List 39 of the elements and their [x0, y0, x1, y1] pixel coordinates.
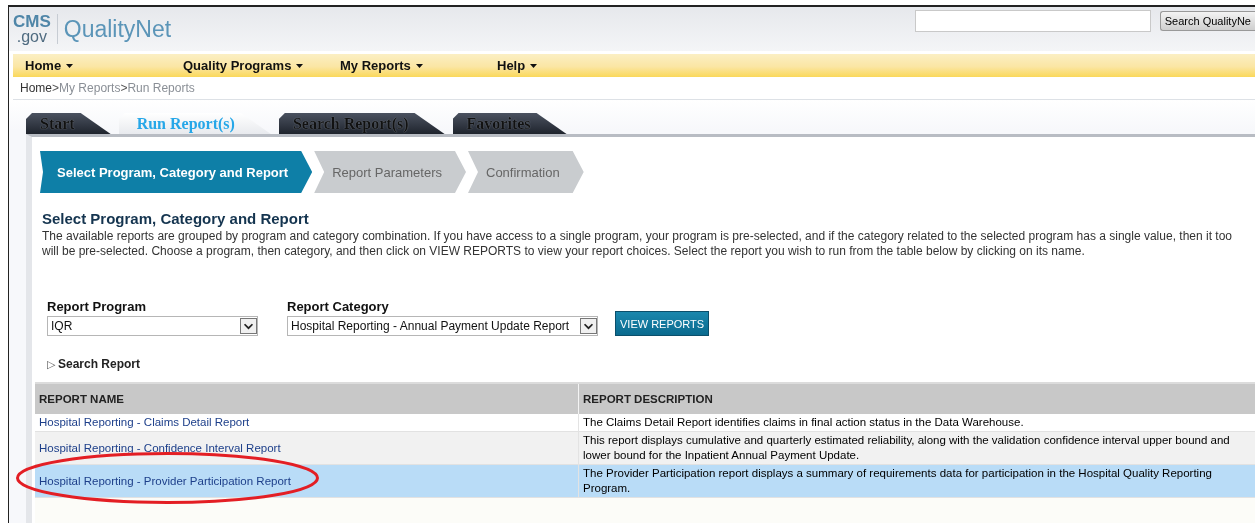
- nav-menu-item[interactable]: Home: [25, 58, 183, 73]
- table-row[interactable]: Hospital Reporting - Provider Participation Report The Provider Participation report displays a summary of requirements data for participation in the Hospital Quality Reporting Program.: [35, 464, 1255, 498]
- caret-icon: [66, 63, 74, 68]
- breadcrumb-separator: >: [52, 81, 60, 95]
- breadcrumb-separator: >: [120, 81, 128, 95]
- caret-icon: [530, 63, 538, 68]
- report-program-select[interactable]: IQR: [47, 316, 258, 336]
- field-label: Report Category: [287, 299, 390, 314]
- search-button[interactable]: Search QualityNe: [1159, 11, 1255, 31]
- wizard-step[interactable]: Report Parameters: [314, 151, 466, 193]
- report-name-link[interactable]: Hospital Reporting - Claims Detail Report: [39, 416, 250, 428]
- site-name: QualityNet: [63, 15, 172, 43]
- table-row[interactable]: [35, 431, 1255, 465]
- field-label: Report Program: [47, 299, 147, 314]
- nav-menu-item[interactable]: My Reports: [340, 58, 497, 73]
- section-description: The available reports are grouped by program and category combination. If you have access to a single program, your program is pre-selected, and if the category related to the selected program has a single value, then it too will be pre-selected. Choose a program, then category, and then click on VIEW REPORTS to view your report choices. Select the report you wish to run from the table below by clicking on its name.: [42, 229, 1233, 259]
- view-reports-button[interactable]: VIEW REPORTS: [615, 311, 710, 336]
- chevron-down-icon: [580, 318, 597, 334]
- caret-icon: [296, 63, 304, 68]
- report-description-cell: The Provider Participation report displays a summary of requirements data for participation in the Hospital Quality Reporting Program.: [578, 464, 1255, 498]
- search-field[interactable]: [914, 10, 1151, 32]
- column-header: REPORT NAME: [35, 384, 579, 414]
- column-header: REPORT DESCRIPTION: [578, 384, 1255, 414]
- nav-menu-item[interactable]: Help: [497, 58, 538, 73]
- caret-icon: [415, 63, 423, 68]
- wizard-step[interactable]: Confirmation: [468, 151, 584, 193]
- chevron-down-icon: [240, 318, 257, 334]
- section-title: Select Program, Category and Report: [42, 210, 310, 227]
- report-category-select[interactable]: Hospital Reporting - Annual Payment Update Report: [287, 316, 598, 336]
- cms-logo[interactable]: CMS .gov: [13, 14, 58, 44]
- table-row[interactable]: Hospital Reporting - Claims Detail Report The Claims Detail Report identifies claims in final action status in the Data Warehouse.: [35, 414, 1255, 432]
- search-report-toggle[interactable]: ▷ Search Report: [47, 357, 1255, 371]
- breadcrumb-link[interactable]: Home: [20, 81, 52, 95]
- nav-menu-item[interactable]: Quality Programs: [183, 58, 340, 73]
- report-name-link[interactable]: Hospital Reporting - Provider Participation Report: [39, 474, 291, 487]
- report-description-cell: This report displays cumulative and quarterly estimated reliability, along with the validation confidence interval upper bound and lower bound for the Inpatient Annual Payment Update.: [578, 431, 1255, 465]
- report-description-cell: The Claims Detail Report identifies claims in final action status in the Data Warehouse.: [578, 414, 1255, 432]
- wizard-step[interactable]: Select Program, Category and Report: [40, 151, 313, 193]
- report-name-link[interactable]: Hospital Reporting - Confidence Interval Report: [39, 441, 281, 454]
